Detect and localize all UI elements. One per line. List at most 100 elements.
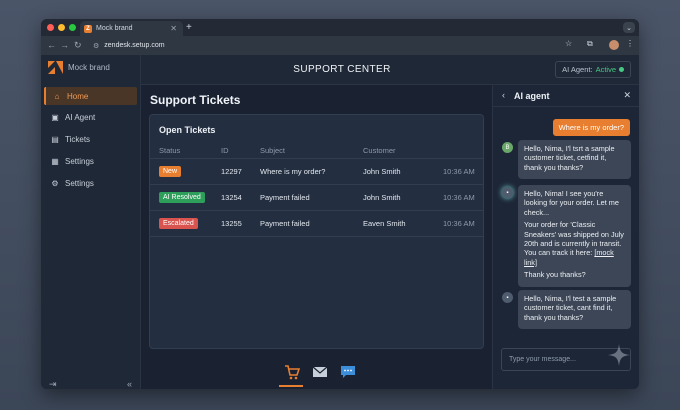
status-badge: AI Resolved [159,191,205,203]
sidebar-item-settings-doc[interactable]: ▦ Settings [44,152,137,170]
customer-cell: Eaven Smith [363,210,443,237]
close-icon[interactable]: ✕ [623,90,631,101]
extensions-icon[interactable]: ⧉ [587,39,593,49]
time-cell: 10:36 AM [443,158,483,185]
home-icon: ⌂ [54,91,60,101]
status-badge: New [159,165,182,177]
time-cell: 10:36 AM [443,184,483,211]
bot-avatar-icon: ▪ [502,292,513,303]
sparkle-icon [608,344,630,366]
ai-agent-icon: ▣ [51,113,59,123]
new-tab-button[interactable]: + [186,22,192,33]
brand: Mock brand [48,61,110,74]
tab-search-chevron-icon[interactable]: ⌄ [623,22,635,33]
sidebar-item-label: Settings [65,156,94,166]
tab-title: Mock brand [96,25,133,32]
browser-tab-bar: Z Mock brand ✕ + ⌄ [41,19,639,36]
column-header-subject: Subject [260,143,363,159]
reload-icon[interactable]: ↻ [74,40,82,51]
url-text: zendesk.setup.com [104,42,165,49]
tickets-table: Status ID Subject Customer New 12297 Where… [150,143,483,237]
collapse-sidebar-icon[interactable]: « [127,379,132,389]
sidebar-nav: ⌂ Home ▣ AI Agent ▤ Tickets ▦ Settings ⚙ [41,87,140,196]
agent-message: Hello, Nima, I'l tsrt a sample customer … [518,140,631,180]
agent-message: Hello, Nima! I see you're looking for yo… [518,185,631,287]
close-window-button[interactable] [47,24,54,31]
ai-agent-status-badge: AI Agent: Active [555,61,631,78]
back-chevron-icon[interactable]: ‹ [502,90,505,100]
ai-status-label: AI Agent: [562,65,593,74]
open-tickets-card: Open Tickets Status ID Subject Customer … [149,114,484,349]
sidebar-item-label: AI Agent [65,113,96,123]
tab-close-icon[interactable]: ✕ [170,24,177,33]
subject-cell: Payment failed [260,184,363,211]
logout-icon[interactable]: ⇥ [49,379,57,389]
brand-name: Mock brand [68,63,110,72]
bottom-nav [141,359,492,389]
table-row[interactable]: Escalated 13255 Payment failed Eaven Smith 1… [150,210,483,237]
ai-panel-title: AI agent [514,91,550,101]
maximize-window-button[interactable] [69,24,76,31]
message-text: Hello, Nima, I'l tsrt a sample customer … [524,144,615,172]
app-root: Mock brand ⌂ Home ▣ AI Agent ▤ Tickets ▦… [41,55,639,389]
status-cell: Escalated [150,210,221,237]
settings-doc-icon: ▦ [51,156,59,166]
status-cell: New [150,158,221,185]
forward-arrow-icon[interactable]: → [60,40,69,50]
column-header-customer: Customer [363,143,443,159]
active-tab-indicator [279,385,303,387]
column-header-id: ID [221,143,260,159]
site-info-icon[interactable]: ⚙ [93,42,99,50]
agent-avatar-icon: B [502,142,513,153]
browser-menu-icon[interactable]: ⋮ [626,39,634,48]
zendesk-favicon-icon: Z [84,24,92,33]
table-row[interactable]: New 12297 Where is my order? John Smith 10:3… [150,158,483,185]
sidebar-item-ai-agent[interactable]: ▣ AI Agent [44,109,137,127]
column-header-status: Status [150,143,221,159]
mail-icon[interactable] [312,364,328,380]
subject-cell: Where is my order? [260,158,363,185]
sidebar-item-home[interactable]: ⌂ Home [44,87,137,105]
id-cell: 13254 [221,184,260,211]
column-header-time [443,143,483,159]
id-cell: 12297 [221,158,260,185]
top-header: SUPPORT CENTER AI Agent: Active [141,55,639,85]
subject-cell: Payment failed [260,210,363,237]
bot-avatar-icon: ▪ [502,187,513,198]
message-input-placeholder: Type your message... [509,356,576,363]
profile-avatar[interactable] [609,40,619,50]
message-text: Hello, Nima, I'l test a sample customer … [524,294,617,322]
table-header-row: Status ID Subject Customer [150,143,483,159]
id-cell: 13255 [221,210,260,237]
ai-status-value: Active [595,65,616,74]
ai-panel-header: ‹ AI agent ✕ [493,85,639,107]
minimize-window-button[interactable] [58,24,65,31]
customer-cell: John Smith [363,158,443,185]
sidebar-item-settings[interactable]: ⚙ Settings [44,174,137,192]
ai-agent-panel: ‹ AI agent ✕ Where is my order? B Hello,… [492,85,639,389]
zendesk-logo-icon [48,61,63,74]
page-title: Support Tickets [150,93,241,107]
sidebar-item-tickets[interactable]: ▤ Tickets [44,131,137,149]
user-message: Where is my order? [552,119,630,136]
cart-icon[interactable] [284,364,300,380]
chat-icon[interactable] [340,364,356,380]
message-text: Your order for 'Classic Sneakers' was sh… [524,220,625,267]
agent-message: Hello, Nima, I'l test a sample customer … [518,290,631,330]
status-dot-icon [619,67,624,72]
page-header-title: SUPPORT CENTER [293,64,391,75]
sidebar: Mock brand ⌂ Home ▣ AI Agent ▤ Tickets ▦… [41,55,141,389]
status-cell: AI Resolved [150,184,221,211]
back-arrow-icon[interactable]: ← [47,40,56,50]
browser-window: Z Mock brand ✕ + ⌄ ← → ↻ ⚙ zendesk.setup… [41,19,639,389]
bookmark-star-icon[interactable]: ☆ [565,39,572,48]
table-row[interactable]: AI Resolved 13254 Payment failed John Smith… [150,184,483,211]
message-text: Hello, Nima! I see you're looking for yo… [524,189,619,217]
tickets-icon: ▤ [51,135,59,145]
sidebar-item-label: Home [67,91,89,101]
customer-cell: John Smith [363,184,443,211]
url-field[interactable]: ⚙ zendesk.setup.com [89,39,629,52]
browser-tab[interactable]: Z Mock brand ✕ [80,21,183,36]
time-cell: 10:36 AM [443,210,483,237]
window-controls [47,24,76,31]
